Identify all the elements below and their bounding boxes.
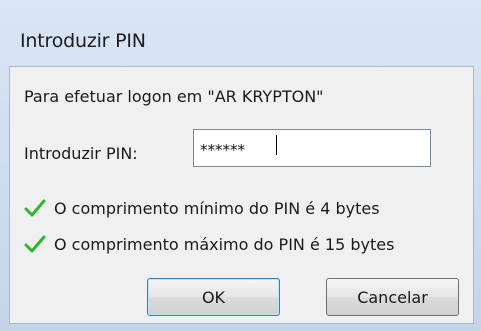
requirement-min-text: O comprimento mínimo do PIN é 4 bytes [54, 198, 380, 218]
checkmark-icon [24, 235, 46, 253]
pin-input[interactable] [193, 129, 431, 167]
cancel-button[interactable]: Cancelar [326, 278, 459, 316]
requirement-max-text: O comprimento máximo do PIN é 15 bytes [54, 234, 395, 254]
checkmark-icon [24, 199, 46, 217]
ok-button[interactable]: OK [147, 278, 280, 316]
dialog-content: Para efetuar logon em "AR KRYPTON" Intro… [9, 66, 474, 324]
requirement-min-length: O comprimento mínimo do PIN é 4 bytes [24, 197, 380, 219]
pin-label: Introduzir PIN: [24, 144, 138, 163]
dialog-title: Introduzir PIN [20, 30, 146, 52]
text-caret [276, 135, 277, 155]
requirement-max-length: O comprimento máximo do PIN é 15 bytes [24, 233, 394, 255]
logon-message: Para efetuar logon em "AR KRYPTON" [24, 87, 324, 106]
pin-dialog: Introduzir PIN Para efetuar logon em "AR… [0, 0, 481, 331]
